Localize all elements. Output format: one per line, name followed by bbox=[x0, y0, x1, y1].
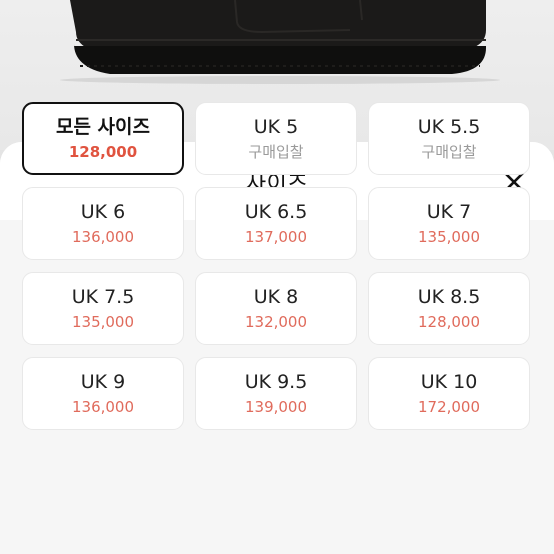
size-option-uk-8[interactable]: UK 8 132,000 bbox=[195, 272, 357, 345]
size-label: UK 10 bbox=[420, 371, 478, 393]
size-price: 128,000 bbox=[68, 143, 138, 161]
size-label: UK 8.5 bbox=[417, 286, 481, 308]
size-price: 172,000 bbox=[417, 398, 481, 416]
size-option-uk-8-5[interactable]: UK 8.5 128,000 bbox=[368, 272, 530, 345]
size-price: 139,000 bbox=[244, 398, 308, 416]
size-price: 136,000 bbox=[71, 228, 135, 246]
size-grid: 모든 사이즈 128,000 UK 5 구매입찰 UK 5.5 구매입찰 UK … bbox=[22, 102, 532, 430]
size-label: UK 7.5 bbox=[71, 286, 135, 308]
size-option-uk-6-5[interactable]: UK 6.5 137,000 bbox=[195, 187, 357, 260]
size-price: 135,000 bbox=[417, 228, 481, 246]
size-label: UK 7 bbox=[426, 201, 472, 223]
size-option-uk-5-5[interactable]: UK 5.5 구매입찰 bbox=[368, 102, 530, 175]
size-option-uk-7[interactable]: UK 7 135,000 bbox=[368, 187, 530, 260]
size-price: 구매입찰 bbox=[421, 143, 477, 161]
size-label: 모든 사이즈 bbox=[55, 116, 150, 138]
size-option-uk-6[interactable]: UK 6 136,000 bbox=[22, 187, 184, 260]
size-option-uk-5[interactable]: UK 5 구매입찰 bbox=[195, 102, 357, 175]
size-option-uk-10[interactable]: UK 10 172,000 bbox=[368, 357, 530, 430]
size-option-uk-9[interactable]: UK 9 136,000 bbox=[22, 357, 184, 430]
size-option-uk-9-5[interactable]: UK 9.5 139,000 bbox=[195, 357, 357, 430]
size-price: 구매입찰 bbox=[248, 143, 304, 161]
size-label: UK 9 bbox=[80, 371, 126, 393]
size-price: 136,000 bbox=[71, 398, 135, 416]
size-price: 137,000 bbox=[244, 228, 308, 246]
size-label: UK 9.5 bbox=[244, 371, 308, 393]
size-label: UK 5.5 bbox=[417, 116, 481, 138]
size-option-uk-7-5[interactable]: UK 7.5 135,000 bbox=[22, 272, 184, 345]
size-label: UK 5 bbox=[253, 116, 299, 138]
size-option-all[interactable]: 모든 사이즈 128,000 bbox=[22, 102, 184, 175]
size-label: UK 8 bbox=[253, 286, 299, 308]
size-price: 128,000 bbox=[417, 313, 481, 331]
size-price: 132,000 bbox=[244, 313, 308, 331]
size-price: 135,000 bbox=[71, 313, 135, 331]
screen: 사이즈 모든 사이즈 128,000 UK 5 구매입찰 UK 5.5 구매입찰… bbox=[0, 0, 554, 554]
size-label: UK 6 bbox=[80, 201, 126, 223]
size-label: UK 6.5 bbox=[244, 201, 308, 223]
